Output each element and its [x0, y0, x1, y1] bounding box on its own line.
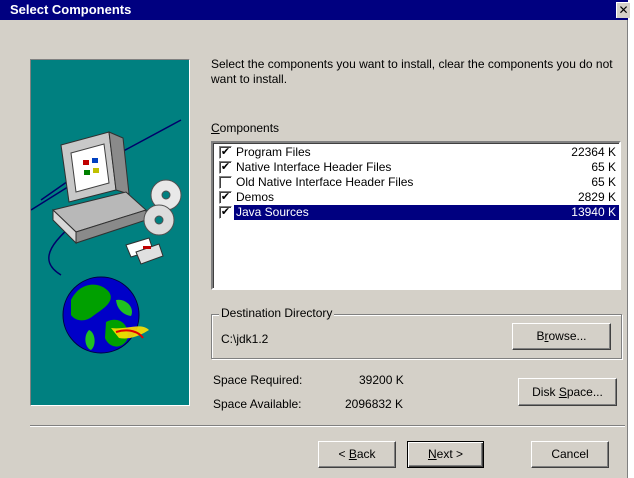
next-button[interactable]: Next > [407, 441, 484, 468]
next-label-hotkey: N [427, 447, 437, 461]
components-label: Components [211, 121, 279, 135]
browse-button[interactable]: Browse... [512, 323, 611, 350]
computer-cd-globe-illustration-icon [31, 119, 182, 354]
next-label-post: ext > [436, 447, 464, 461]
back-label-hotkey: B [348, 447, 357, 461]
disk-space-label-post: pace... [566, 385, 603, 399]
browse-label-post: owse... [548, 329, 587, 343]
list-item-demos[interactable]: ✔ Demos 2829 K [216, 190, 616, 205]
checkbox-old-native-interface-header-files[interactable] [219, 176, 232, 189]
space-required-label: Space Required: [213, 373, 303, 387]
checkbox-demos[interactable]: ✔ [219, 191, 232, 204]
back-button[interactable]: < Back [318, 441, 396, 468]
checkbox-native-interface-header-files[interactable]: ✔ [219, 161, 232, 174]
component-name: Java Sources [236, 205, 309, 219]
back-label-post: ack [356, 447, 376, 461]
title-bar: Select Components ✕ [0, 0, 630, 20]
cancel-button[interactable]: Cancel [531, 441, 609, 468]
component-size: 65 K [591, 175, 616, 189]
components-label-hotkey: C [211, 121, 220, 135]
instructions-text: Select the components you want to instal… [211, 57, 613, 86]
component-name: Demos [236, 190, 275, 204]
disk-space-label-pre: Disk [532, 385, 559, 399]
component-size: 2829 K [577, 190, 616, 204]
space-available-label: Space Available: [213, 397, 302, 411]
component-name: Old Native Interface Header Files [236, 175, 414, 189]
list-item-program-files[interactable]: ✔ Program Files 22364 K [216, 145, 616, 160]
destination-path: C:\jdk1.2 [221, 332, 269, 346]
component-name: Native Interface Header Files [236, 160, 392, 174]
back-label-pre: < [338, 447, 349, 461]
space-available-value: 2096832 K [345, 397, 404, 411]
component-name: Program Files [236, 145, 311, 159]
checkbox-program-files[interactable]: ✔ [219, 146, 232, 159]
component-size: 65 K [591, 160, 616, 174]
list-item-native-interface-header-files[interactable]: ✔ Native Interface Header Files 65 K [216, 160, 616, 175]
window-title: Select Components [10, 2, 132, 17]
list-item-java-sources[interactable]: ✔ Java Sources 13940 K [216, 205, 619, 220]
component-size: 13940 K [571, 205, 616, 219]
select-components-dialog: Select Components ✕ Select the component… [0, 0, 630, 478]
space-required-value: 39200 K [359, 373, 404, 387]
components-label-rest: omponents [219, 121, 280, 135]
close-icon[interactable]: ✕ [616, 2, 630, 18]
components-list[interactable]: ✔ Program Files 22364 K ✔ Native Interfa… [211, 141, 621, 290]
component-size: 22364 K [571, 145, 616, 159]
browse-label-pre: B [536, 329, 545, 343]
disk-space-label-hotkey: S [558, 385, 567, 399]
footer-separator [30, 425, 625, 427]
disk-space-button[interactable]: Disk Space... [518, 378, 617, 406]
destination-directory-title: Destination Directory [219, 306, 335, 320]
setup-illustration [30, 59, 190, 406]
checkbox-java-sources[interactable]: ✔ [219, 206, 232, 219]
list-item-old-native-interface-header-files[interactable]: Old Native Interface Header Files 65 K [216, 175, 616, 190]
